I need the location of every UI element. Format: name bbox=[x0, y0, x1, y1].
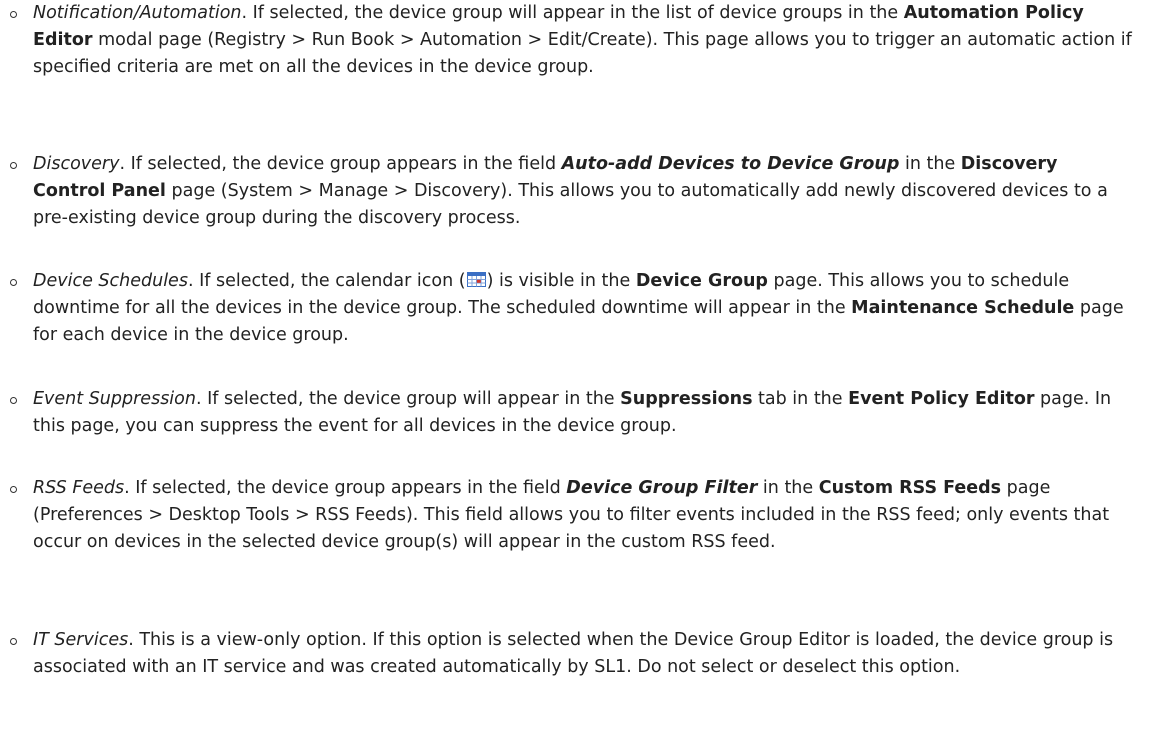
ui-name: Device Group bbox=[635, 271, 768, 291]
hollow-bullet-icon bbox=[10, 162, 17, 169]
hollow-bullet-icon bbox=[10, 638, 17, 645]
list-item-text: RSS Feeds. If selected, the device group… bbox=[33, 478, 1110, 552]
hollow-bullet-icon bbox=[10, 11, 17, 18]
list-item-text: Device Schedules. If selected, the calen… bbox=[33, 271, 1124, 345]
option-term: IT Services bbox=[33, 630, 129, 650]
option-term: Notification/Automation bbox=[33, 3, 242, 23]
document-page: Notification/Automation. If selected, th… bbox=[0, 0, 1152, 748]
ui-name: Maintenance Schedule bbox=[851, 298, 1075, 318]
list-item-text: Notification/Automation. If selected, th… bbox=[33, 3, 1132, 77]
ui-name: Event Policy Editor bbox=[848, 389, 1035, 409]
ui-name: Suppressions bbox=[620, 389, 753, 409]
hollow-bullet-icon bbox=[10, 397, 17, 404]
ui-name: Custom RSS Feeds bbox=[818, 478, 1002, 498]
field-name: Device Group Filter bbox=[566, 478, 758, 498]
list-item-text: Discovery. If selected, the device group… bbox=[33, 154, 1108, 228]
option-term: RSS Feeds bbox=[33, 478, 125, 498]
list-item-text: Event Suppression. If selected, the devi… bbox=[33, 389, 1112, 436]
calendar-icon bbox=[466, 272, 486, 287]
hollow-bullet-icon bbox=[10, 486, 17, 493]
option-term: Event Suppression bbox=[33, 389, 196, 409]
hollow-bullet-icon bbox=[10, 279, 17, 286]
option-term: Device Schedules bbox=[33, 271, 188, 291]
option-term: Discovery bbox=[33, 154, 120, 174]
field-name: Auto-add Devices to Device Group bbox=[561, 154, 900, 174]
list-item-text: IT Services. This is a view-only option.… bbox=[33, 630, 1114, 677]
